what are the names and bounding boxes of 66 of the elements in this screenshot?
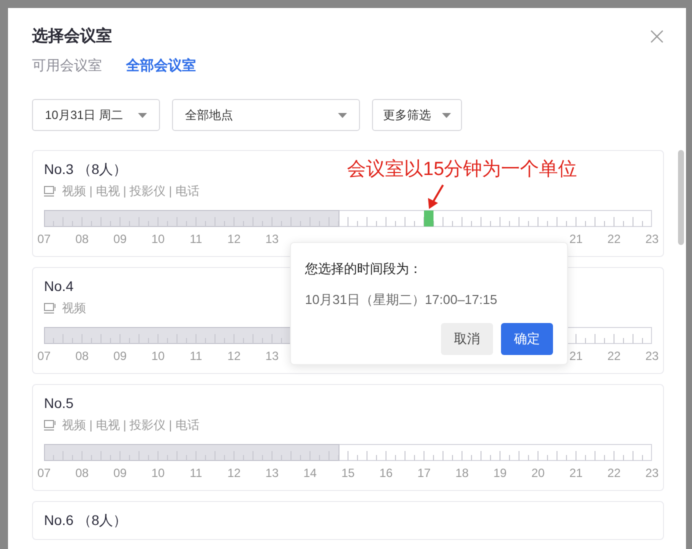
- hour-label: 07: [36, 466, 52, 480]
- filter-dropdown[interactable]: 10月31日 周二: [32, 99, 160, 131]
- cancel-button[interactable]: 取消: [441, 323, 493, 355]
- room-name: No.3 （8人）: [44, 160, 128, 178]
- room-name: No.6 （8人）: [44, 511, 128, 529]
- annotation-text: 会议室以15分钟为一个单位: [347, 158, 578, 182]
- room-card[interactable]: No.5 视频 | 电视 | 投影仪 | 电话 07 08 09 10 11 12 13 14 15 16 17 18 19 20 21 22 23: [32, 384, 664, 491]
- room-features: 视频 | 电视 | 投影仪 | 电话: [62, 184, 200, 198]
- hour-label: 07: [36, 349, 52, 363]
- filter-dropdown[interactable]: 更多筛选: [372, 99, 462, 131]
- monitor-icon: [44, 420, 56, 430]
- hour-label: 14: [302, 466, 318, 480]
- hour-label: 10: [150, 232, 166, 246]
- room-name: No.5: [44, 394, 74, 412]
- hour-label: 13: [264, 349, 280, 363]
- hour-label: 20: [530, 466, 546, 480]
- room-features: 视频: [62, 301, 86, 315]
- hour-label: 16: [378, 466, 394, 480]
- hour-label: 22: [606, 349, 622, 363]
- hour-label: 22: [606, 466, 622, 480]
- confirm-button[interactable]: 确定: [501, 323, 553, 355]
- hour-label: 11: [188, 232, 204, 246]
- room-name: No.4: [44, 277, 74, 295]
- hour-label: 23: [644, 232, 660, 246]
- room-features: 视频 | 电视 | 投影仪 | 电话: [62, 418, 200, 432]
- hour-label: 08: [74, 466, 90, 480]
- hour-label: 12: [226, 466, 242, 480]
- monitor-icon: [44, 186, 56, 196]
- hour-label: 21: [568, 232, 584, 246]
- caret-icon: [442, 112, 451, 118]
- hour-label: 12: [226, 232, 242, 246]
- hour-label: 22: [606, 232, 622, 246]
- tab[interactable]: 全部会议室: [126, 57, 196, 75]
- hour-label: 18: [454, 466, 470, 480]
- hour-label: 08: [74, 349, 90, 363]
- hour-label: 17: [416, 466, 432, 480]
- hour-label: 12: [226, 349, 242, 363]
- caret-icon: [138, 112, 147, 118]
- hour-label: 10: [150, 466, 166, 480]
- popover-title: 您选择的时间段为：: [305, 260, 423, 278]
- hour-label: 23: [644, 466, 660, 480]
- caret-icon: [338, 112, 347, 118]
- hour-label: 09: [112, 349, 128, 363]
- timeline-bar[interactable]: [44, 210, 652, 227]
- selected-time: 10月31日（星期二）17:00–17:15: [305, 291, 498, 309]
- room-card[interactable]: No.6 （8人）: [32, 501, 664, 540]
- hour-label: 08: [74, 232, 90, 246]
- hour-label: 21: [568, 466, 584, 480]
- hour-label: 15: [340, 466, 356, 480]
- hour-label: 11: [188, 466, 204, 480]
- filter-dropdown[interactable]: 全部地点: [172, 99, 360, 131]
- hour-label: 09: [112, 466, 128, 480]
- dialog-title: 选择会议室: [32, 26, 112, 46]
- hour-label: 13: [264, 466, 280, 480]
- hour-label: 13: [264, 232, 280, 246]
- hour-label: 21: [568, 349, 584, 363]
- timeline-bar[interactable]: [44, 444, 652, 461]
- hour-label: 10: [150, 349, 166, 363]
- hour-label: 07: [36, 232, 52, 246]
- monitor-icon: [44, 302, 56, 314]
- hour-label: 09: [112, 232, 128, 246]
- hour-label: 11: [188, 349, 204, 363]
- hour-label: 23: [644, 349, 660, 363]
- selected-slot[interactable]: [424, 210, 434, 226]
- hour-label: 19: [492, 466, 508, 480]
- annotation-arrow: [427, 184, 445, 210]
